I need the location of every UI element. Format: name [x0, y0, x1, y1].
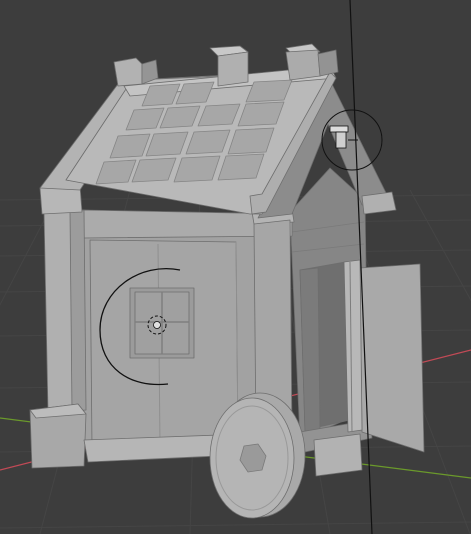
3d-viewport[interactable]	[0, 0, 471, 534]
side-door-open[interactable]	[343, 259, 425, 453]
front-window	[129, 287, 195, 359]
